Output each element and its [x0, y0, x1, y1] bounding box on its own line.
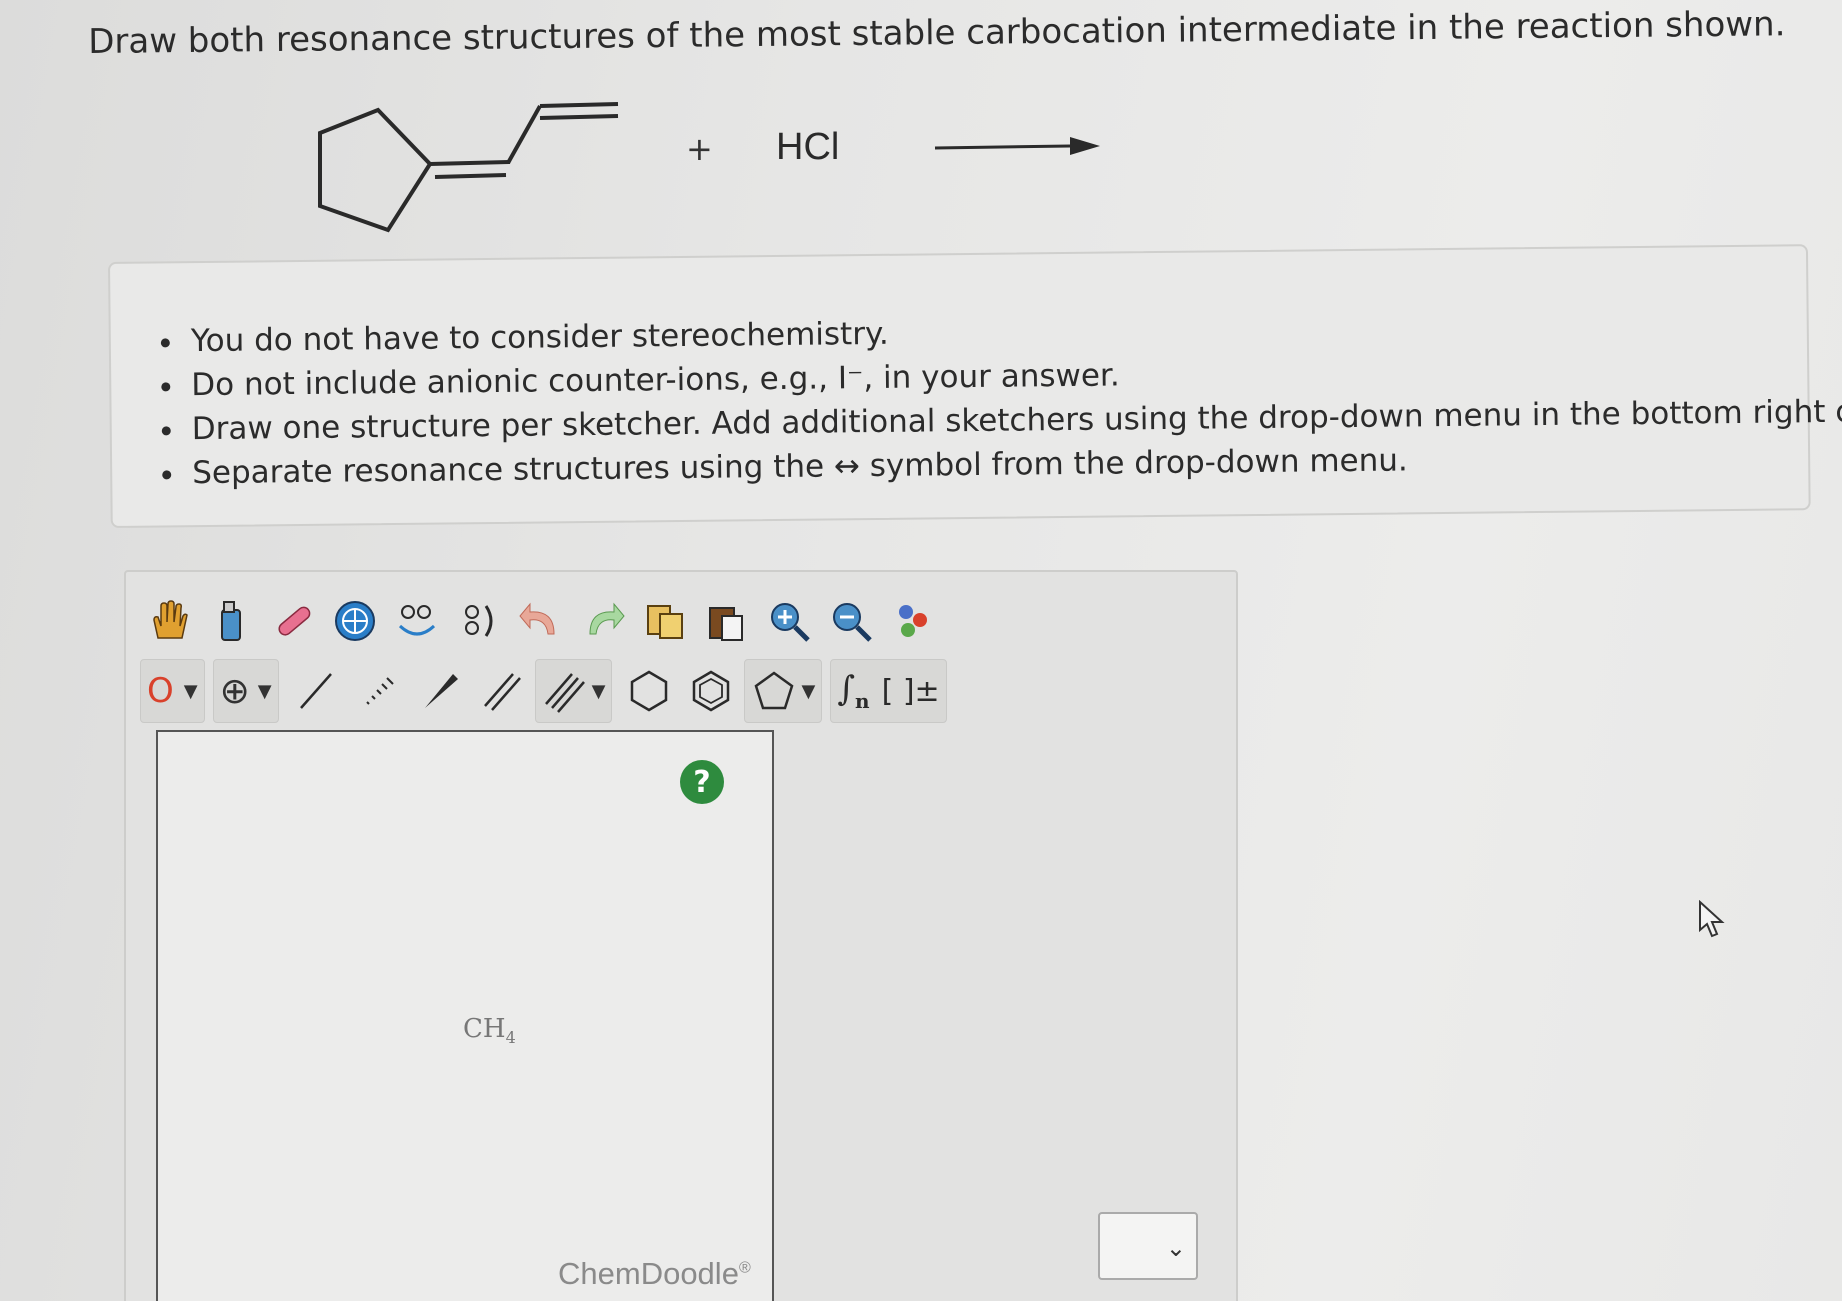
- flip-icon[interactable]: [450, 592, 508, 650]
- redo-icon[interactable]: [574, 592, 632, 650]
- clean-icon[interactable]: [388, 592, 446, 650]
- toolbar-bottom: O ▼ ⊕ ▼ ▼ ▼ ∫n []±: [140, 659, 955, 723]
- chevron-down-icon: ▼: [591, 680, 606, 702]
- atom-icon[interactable]: [884, 592, 942, 650]
- clear-icon[interactable]: [202, 592, 260, 650]
- separator-dropdown[interactable]: ⌄: [1098, 1212, 1198, 1280]
- bracket-charge-icon[interactable]: [ ]±: [882, 674, 940, 709]
- toolbar-top: [140, 592, 946, 650]
- reaction-arrow: [934, 144, 1071, 150]
- atom-label: O: [147, 671, 174, 711]
- instructions-box: You do not have to consider stereochemis…: [108, 244, 1842, 528]
- question-text: Draw both resonance structures of the mo…: [88, 4, 1786, 62]
- repeat-unit-icon[interactable]: ∫n: [837, 669, 869, 713]
- atom-selector[interactable]: O ▼: [140, 659, 205, 723]
- chevron-down-icon: ▼: [257, 680, 272, 702]
- hashed-bond-icon[interactable]: [349, 662, 407, 720]
- reactant-structure: [318, 102, 1100, 233]
- canvas-molecule-label: CH4: [463, 1014, 516, 1048]
- bond-selector[interactable]: ▼: [534, 659, 613, 723]
- help-button[interactable]: ?: [680, 760, 724, 804]
- chemdoodle-sketcher: O ▼ ⊕ ▼ ▼ ▼ ∫n []± ? CH4 ChemDoodle®: [124, 570, 1238, 1301]
- chemdoodle-watermark: ChemDoodle®: [558, 1256, 751, 1291]
- plus-sign: +: [686, 130, 713, 168]
- zoom-out-icon[interactable]: [822, 592, 880, 650]
- triple-bond-icon: [544, 673, 585, 713]
- eraser-icon[interactable]: [264, 592, 322, 650]
- zoom-in-icon[interactable]: [760, 592, 818, 650]
- charge-icon: ⊕: [219, 670, 250, 712]
- reagent-label: HCl: [776, 126, 840, 168]
- cyclohexane-icon[interactable]: [620, 662, 678, 720]
- charge-selector[interactable]: ⊕ ▼: [212, 659, 279, 723]
- page: Draw both resonance structures of the mo…: [0, 0, 1842, 1301]
- mouse-cursor-icon: [1699, 900, 1725, 938]
- single-bond-icon[interactable]: [287, 662, 345, 720]
- double-bond-icon[interactable]: [473, 662, 531, 720]
- paste-icon[interactable]: [698, 592, 756, 650]
- cyclopentane-icon: [755, 671, 794, 710]
- advanced-tools: ∫n [ ]±: [830, 659, 947, 723]
- benzene-icon[interactable]: [682, 662, 740, 720]
- wedge-bond-icon[interactable]: [411, 662, 469, 720]
- drawing-canvas[interactable]: ? CH4 ChemDoodle®: [156, 730, 774, 1301]
- ring-selector[interactable]: ▼: [744, 659, 823, 723]
- chevron-down-icon: ▼: [183, 680, 198, 702]
- hand-icon[interactable]: [140, 592, 198, 650]
- chevron-down-icon: ⌄: [1165, 1234, 1186, 1262]
- copy-icon[interactable]: [636, 592, 694, 650]
- chevron-down-icon: ▼: [801, 680, 816, 702]
- undo-icon[interactable]: [512, 592, 570, 650]
- center-icon[interactable]: [326, 592, 384, 650]
- cyclopentane-ring: [318, 107, 433, 233]
